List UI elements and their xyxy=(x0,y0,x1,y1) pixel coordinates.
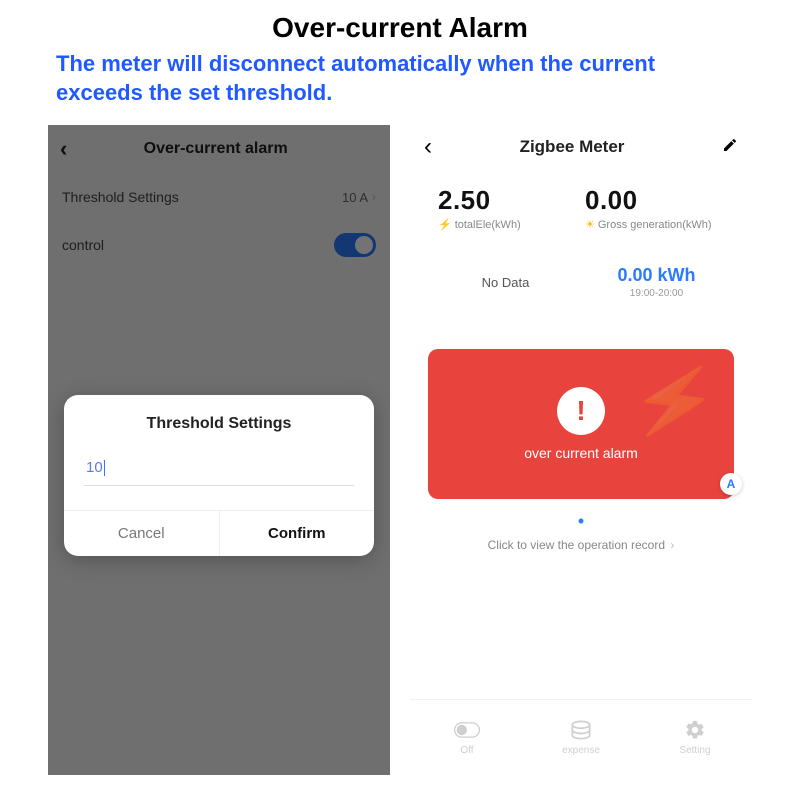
nav-off[interactable]: Off xyxy=(410,700,524,775)
alarm-card[interactable]: ⚡ ! over current alarm A xyxy=(428,349,734,499)
edit-icon[interactable] xyxy=(722,137,738,158)
nav-expense-label: expense xyxy=(562,745,600,756)
nav-off-label: Off xyxy=(460,745,473,756)
sun-icon: ☀ xyxy=(585,218,595,231)
threshold-input-value: 10 xyxy=(86,459,103,476)
page-subtitle: The meter will disconnect automatically … xyxy=(0,44,800,107)
alarm-text: over current alarm xyxy=(524,445,638,461)
threshold-input[interactable]: 10 xyxy=(84,455,354,486)
record-link-label: Click to view the operation record xyxy=(488,538,665,552)
bolt-icon: ⚡ xyxy=(438,218,452,231)
phone-right: ‹ Zigbee Meter 2.50 ⚡totalEle(kWh) 0.00 … xyxy=(410,125,752,775)
text-cursor xyxy=(104,460,106,476)
operation-record-link[interactable]: Click to view the operation record › xyxy=(410,538,752,552)
kwh-value: 0.00 kWh xyxy=(581,265,732,286)
kwh-block: 0.00 kWh 19:00-20:00 xyxy=(581,265,732,299)
bottom-nav: Off expense Setting xyxy=(410,699,752,775)
badge-a[interactable]: A xyxy=(720,473,742,495)
cancel-button[interactable]: Cancel xyxy=(64,511,220,556)
confirm-button[interactable]: Confirm xyxy=(220,511,375,556)
alert-icon: ! xyxy=(557,387,605,435)
nav-expense[interactable]: expense xyxy=(524,700,638,775)
threshold-modal: Threshold Settings 10 Cancel Confirm xyxy=(64,395,374,556)
right-header-title: Zigbee Meter xyxy=(422,137,722,157)
stat-gross-gen: 0.00 ☀Gross generation(kWh) xyxy=(585,185,732,231)
modal-title: Threshold Settings xyxy=(64,415,374,455)
stat-gross-gen-value: 0.00 xyxy=(585,185,732,216)
bolt-bg-icon: ⚡ xyxy=(626,356,724,449)
stat-gross-gen-label: Gross generation(kWh) xyxy=(598,219,712,231)
nav-setting[interactable]: Setting xyxy=(638,700,752,775)
stat-total-ele-label: totalEle(kWh) xyxy=(455,219,521,231)
right-header: ‹ Zigbee Meter xyxy=(410,125,752,169)
page-title: Over-current Alarm xyxy=(0,0,800,44)
page-indicator: • xyxy=(410,499,752,538)
chevron-right-icon: › xyxy=(667,538,674,552)
kwh-time: 19:00-20:00 xyxy=(581,288,732,299)
stat-total-ele-value: 2.50 xyxy=(438,185,585,216)
stat-total-ele: 2.50 ⚡totalEle(kWh) xyxy=(438,185,585,231)
nav-setting-label: Setting xyxy=(679,745,710,756)
phone-left: ‹ Over-current alarm Threshold Settings … xyxy=(48,125,390,775)
no-data-label: No Data xyxy=(430,275,581,290)
